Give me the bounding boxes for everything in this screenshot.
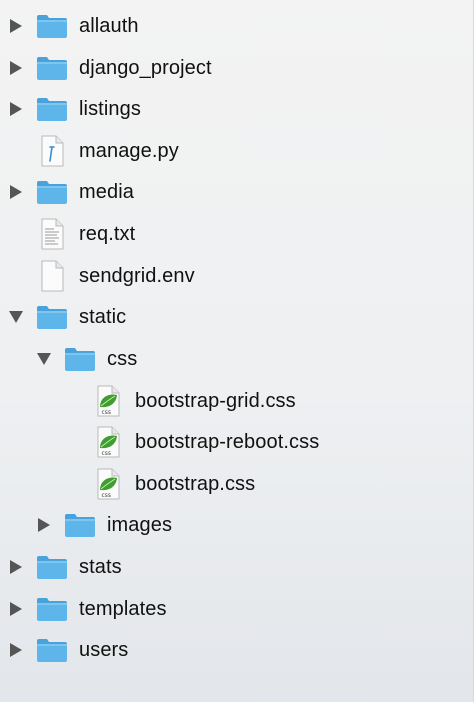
svg-text:css: css bbox=[102, 409, 112, 416]
folder-icon bbox=[63, 508, 97, 542]
tree-item-label: images bbox=[107, 514, 173, 536]
folder-icon bbox=[63, 342, 97, 376]
disclosure-collapsed-icon[interactable] bbox=[7, 558, 25, 576]
tree-item-req-txt[interactable]: req.txt bbox=[0, 214, 473, 254]
disclosure-collapsed-icon[interactable] bbox=[7, 183, 25, 201]
tree-item-label: django_project bbox=[79, 57, 212, 79]
tree-item-media[interactable]: media bbox=[0, 172, 473, 212]
svg-text:css: css bbox=[102, 450, 112, 457]
file-tree: allauth django_project listings manage.p… bbox=[0, 0, 474, 702]
disclosure-expanded-icon[interactable] bbox=[7, 308, 25, 326]
tree-item-bootstrap-css[interactable]: css bootstrap.css bbox=[0, 464, 473, 504]
tree-item-label: media bbox=[79, 181, 134, 203]
tree-item-users[interactable]: users bbox=[0, 630, 473, 670]
disclosure-collapsed-icon[interactable] bbox=[7, 100, 25, 118]
tree-item-templates[interactable]: templates bbox=[0, 589, 473, 629]
tree-item-sendgrid-env[interactable]: sendgrid.env bbox=[0, 256, 473, 296]
tree-item-label: bootstrap.css bbox=[135, 473, 256, 495]
tree-item-bootstrap-grid-css[interactable]: css bootstrap-grid.css bbox=[0, 381, 473, 421]
tree-item-label: bootstrap-reboot.css bbox=[135, 431, 320, 453]
tree-item-label: stats bbox=[79, 556, 122, 578]
tree-item-label: static bbox=[79, 306, 127, 328]
folder-icon bbox=[35, 175, 69, 209]
blank-file-icon bbox=[35, 259, 69, 293]
tree-item-label: req.txt bbox=[79, 223, 136, 245]
tree-item-stats[interactable]: stats bbox=[0, 547, 473, 587]
svg-text:css: css bbox=[102, 492, 112, 499]
tree-item-label: listings bbox=[79, 98, 141, 120]
disclosure-collapsed-icon[interactable] bbox=[7, 59, 25, 77]
disclosure-collapsed-icon[interactable] bbox=[7, 600, 25, 618]
tree-item-label: sendgrid.env bbox=[79, 265, 195, 287]
tree-item-label: manage.py bbox=[79, 140, 179, 162]
tree-item-listings[interactable]: listings bbox=[0, 89, 473, 129]
tree-item-bootstrap-reboot-css[interactable]: css bootstrap-reboot.css bbox=[0, 422, 473, 462]
folder-icon bbox=[35, 300, 69, 334]
tree-item-manage-py[interactable]: manage.py bbox=[0, 131, 473, 171]
tree-item-label: users bbox=[79, 639, 129, 661]
tree-item-django-project[interactable]: django_project bbox=[0, 48, 473, 88]
disclosure-collapsed-icon[interactable] bbox=[35, 516, 53, 534]
css-file-icon: css bbox=[91, 467, 125, 501]
text-file-icon bbox=[35, 217, 69, 251]
folder-icon bbox=[35, 92, 69, 126]
folder-icon bbox=[35, 9, 69, 43]
tree-item-label: bootstrap-grid.css bbox=[135, 390, 296, 412]
folder-icon bbox=[35, 51, 69, 85]
folder-icon bbox=[35, 592, 69, 626]
css-file-icon: css bbox=[91, 384, 125, 418]
tree-item-static[interactable]: static bbox=[0, 297, 473, 337]
disclosure-expanded-icon[interactable] bbox=[35, 350, 53, 368]
python-file-icon bbox=[35, 134, 69, 168]
folder-icon bbox=[35, 550, 69, 584]
css-file-icon: css bbox=[91, 425, 125, 459]
tree-item-allauth[interactable]: allauth bbox=[0, 6, 473, 46]
tree-item-css[interactable]: css bbox=[0, 339, 473, 379]
disclosure-collapsed-icon[interactable] bbox=[7, 641, 25, 659]
tree-item-label: allauth bbox=[79, 15, 139, 37]
tree-item-images[interactable]: images bbox=[0, 505, 473, 545]
tree-item-label: templates bbox=[79, 598, 167, 620]
tree-item-label: css bbox=[107, 348, 138, 370]
disclosure-collapsed-icon[interactable] bbox=[7, 17, 25, 35]
folder-icon bbox=[35, 633, 69, 667]
